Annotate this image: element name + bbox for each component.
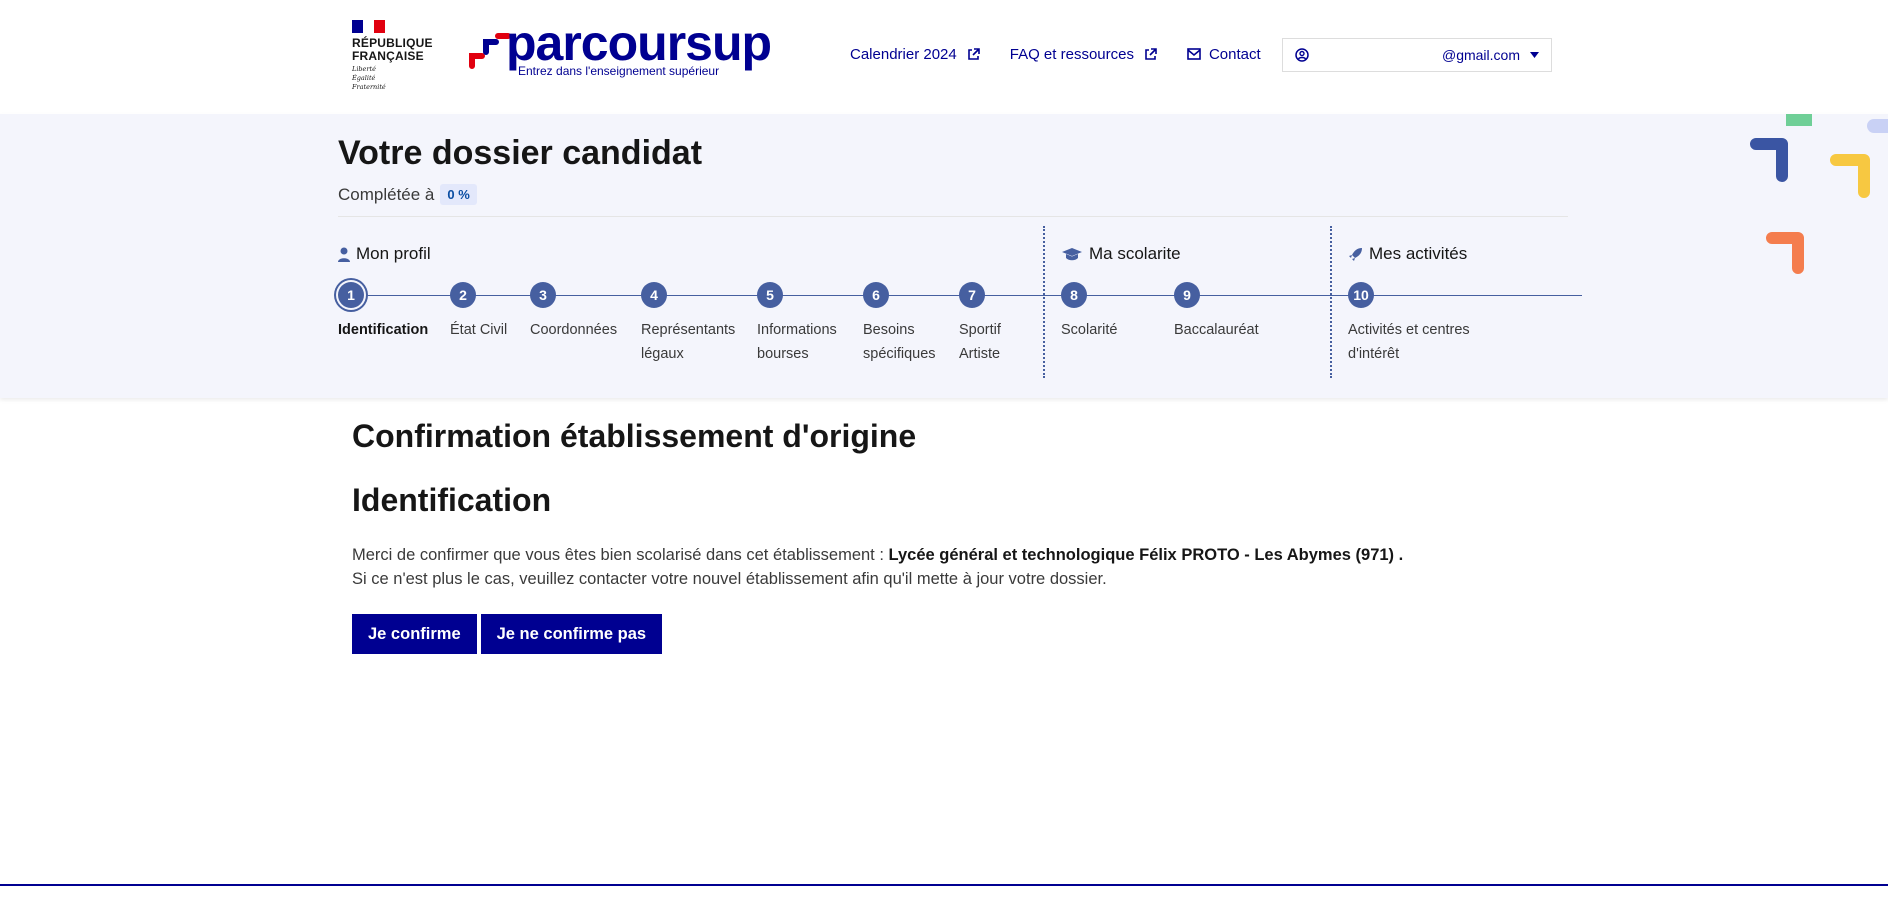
nav-contact-link[interactable]: Contact xyxy=(1187,34,1261,74)
step-number: 9 xyxy=(1174,282,1200,308)
nav-faq-label: FAQ et ressources xyxy=(1009,45,1134,63)
step-number: 1 xyxy=(338,282,364,308)
dossier-progress-band: Votre dossier candidat Complétée à 0 % M… xyxy=(0,114,1888,398)
step-representants-legaux[interactable]: 4 Représentants légaux xyxy=(641,282,741,366)
confirmation-prefix: Merci de confirmer que vous êtes bien sc… xyxy=(352,546,889,564)
step-number: 3 xyxy=(530,282,556,308)
step-sportif-artiste[interactable]: 7 Sportif Artiste xyxy=(959,282,1029,366)
rf-text: RÉPUBLIQUE FRANÇAISE xyxy=(352,36,433,63)
mail-icon xyxy=(1187,48,1201,60)
step-number: 4 xyxy=(641,282,667,308)
confirmation-buttons: Je confirme Je ne confirme pas xyxy=(352,614,1552,654)
step-scolarite[interactable]: 8 Scolarité xyxy=(1061,282,1151,342)
section-mon-profil: Mon profil xyxy=(338,244,431,264)
step-informations-bourses[interactable]: 5 Informations bourses xyxy=(757,282,852,366)
step-label: Identification xyxy=(338,322,429,338)
decorative-shapes xyxy=(1750,114,1888,274)
step-number: 2 xyxy=(450,282,476,308)
step-label: Scolarité xyxy=(1061,322,1118,338)
step-identification[interactable]: 1 Identification xyxy=(338,282,438,342)
completion-badge: 0 % xyxy=(440,184,477,205)
nav-contact-label: Contact xyxy=(1208,45,1261,63)
rocket-icon xyxy=(1349,247,1362,261)
site-header: RÉPUBLIQUE FRANÇAISE Liberté Égalité Fra… xyxy=(0,0,1888,114)
section-profil-label: Mon profil xyxy=(356,244,431,263)
step-label: Représentants légaux xyxy=(641,322,736,362)
step-label: Informations bourses xyxy=(757,322,837,362)
step-number: 6 xyxy=(863,282,889,308)
step-number: 10 xyxy=(1348,282,1374,308)
graduation-cap-icon xyxy=(1062,247,1082,260)
footer-border xyxy=(0,884,1888,886)
completion-status: Complétée à 0 % xyxy=(338,184,477,205)
confirmation-line2: Si ce n'est plus le cas, veuillez contac… xyxy=(352,570,1107,588)
section-heading: Identification xyxy=(352,482,552,518)
nav-calendar-label: Calendrier 2024 xyxy=(850,45,957,63)
user-icon xyxy=(338,247,350,262)
page-heading: Confirmation établissement d'origine xyxy=(352,418,917,454)
confirmation-text: Merci de confirmer que vous êtes bien sc… xyxy=(352,543,1552,591)
section-scolarite-label: Ma scolarite xyxy=(1089,244,1181,263)
logo-tagline: Entrez dans l'enseignement supérieur xyxy=(518,64,720,78)
divider xyxy=(338,216,1568,217)
step-label: Sportif Artiste xyxy=(959,322,1001,362)
external-link-icon xyxy=(967,47,980,60)
republique-francaise-logo[interactable]: RÉPUBLIQUE FRANÇAISE Liberté Égalité Fra… xyxy=(352,20,432,92)
establishment-name: Lycée général et technologique Félix PRO… xyxy=(888,546,1404,564)
step-label: Baccalauréat xyxy=(1174,322,1259,338)
step-baccalaureat[interactable]: 9 Baccalauréat xyxy=(1174,282,1284,342)
step-label: État Civil xyxy=(450,322,508,338)
external-link-icon xyxy=(1145,47,1157,60)
parcoursup-logo[interactable]: parcoursup Entrez dans l'enseignement su… xyxy=(468,15,778,80)
step-label: Activités et centres d'intérêt xyxy=(1348,322,1470,362)
not-confirm-button[interactable]: Je ne confirme pas xyxy=(480,614,663,654)
step-coordonnees[interactable]: 3 Coordonnées xyxy=(530,282,630,342)
section-activites-label: Mes activités xyxy=(1369,244,1468,263)
step-besoins-specifiques[interactable]: 6 Besoins spécifiques xyxy=(863,282,948,366)
user-circle-icon xyxy=(1295,48,1309,62)
top-nav: Calendrier 2024 FAQ et ressources Contac… xyxy=(850,34,1291,74)
step-activites-centres-interet[interactable]: 10 Activités et centres d'intérêt xyxy=(1348,282,1478,366)
confirm-button[interactable]: Je confirme xyxy=(352,614,477,654)
step-number: 7 xyxy=(959,282,985,308)
step-label: Coordonnées xyxy=(530,322,618,338)
completion-label: Complétée à xyxy=(338,184,435,204)
nav-faq-link[interactable]: FAQ et ressources xyxy=(1010,34,1157,74)
section-separator xyxy=(1043,226,1045,378)
section-mes-activites: Mes activités xyxy=(1348,244,1467,264)
account-menu-button[interactable]: @gmail.com xyxy=(1282,38,1552,72)
devise: Liberté Égalité Fraternité xyxy=(352,65,386,91)
dossier-title: Votre dossier candidat xyxy=(338,134,703,172)
section-ma-scolarite: Ma scolarite xyxy=(1061,244,1181,264)
step-number: 5 xyxy=(757,282,783,308)
step-etat-civil[interactable]: 2 État Civil xyxy=(450,282,530,342)
account-email: @gmail.com xyxy=(1441,47,1520,63)
marianne-flag-icon xyxy=(352,20,385,33)
section-separator xyxy=(1330,226,1332,378)
step-number: 8 xyxy=(1061,282,1087,308)
step-label: Besoins spécifiques xyxy=(863,322,936,362)
main-content: Confirmation établissement d'origine Ide… xyxy=(352,418,1552,654)
nav-calendar-link[interactable]: Calendrier 2024 xyxy=(850,34,980,74)
chevron-down-icon xyxy=(1530,52,1539,58)
